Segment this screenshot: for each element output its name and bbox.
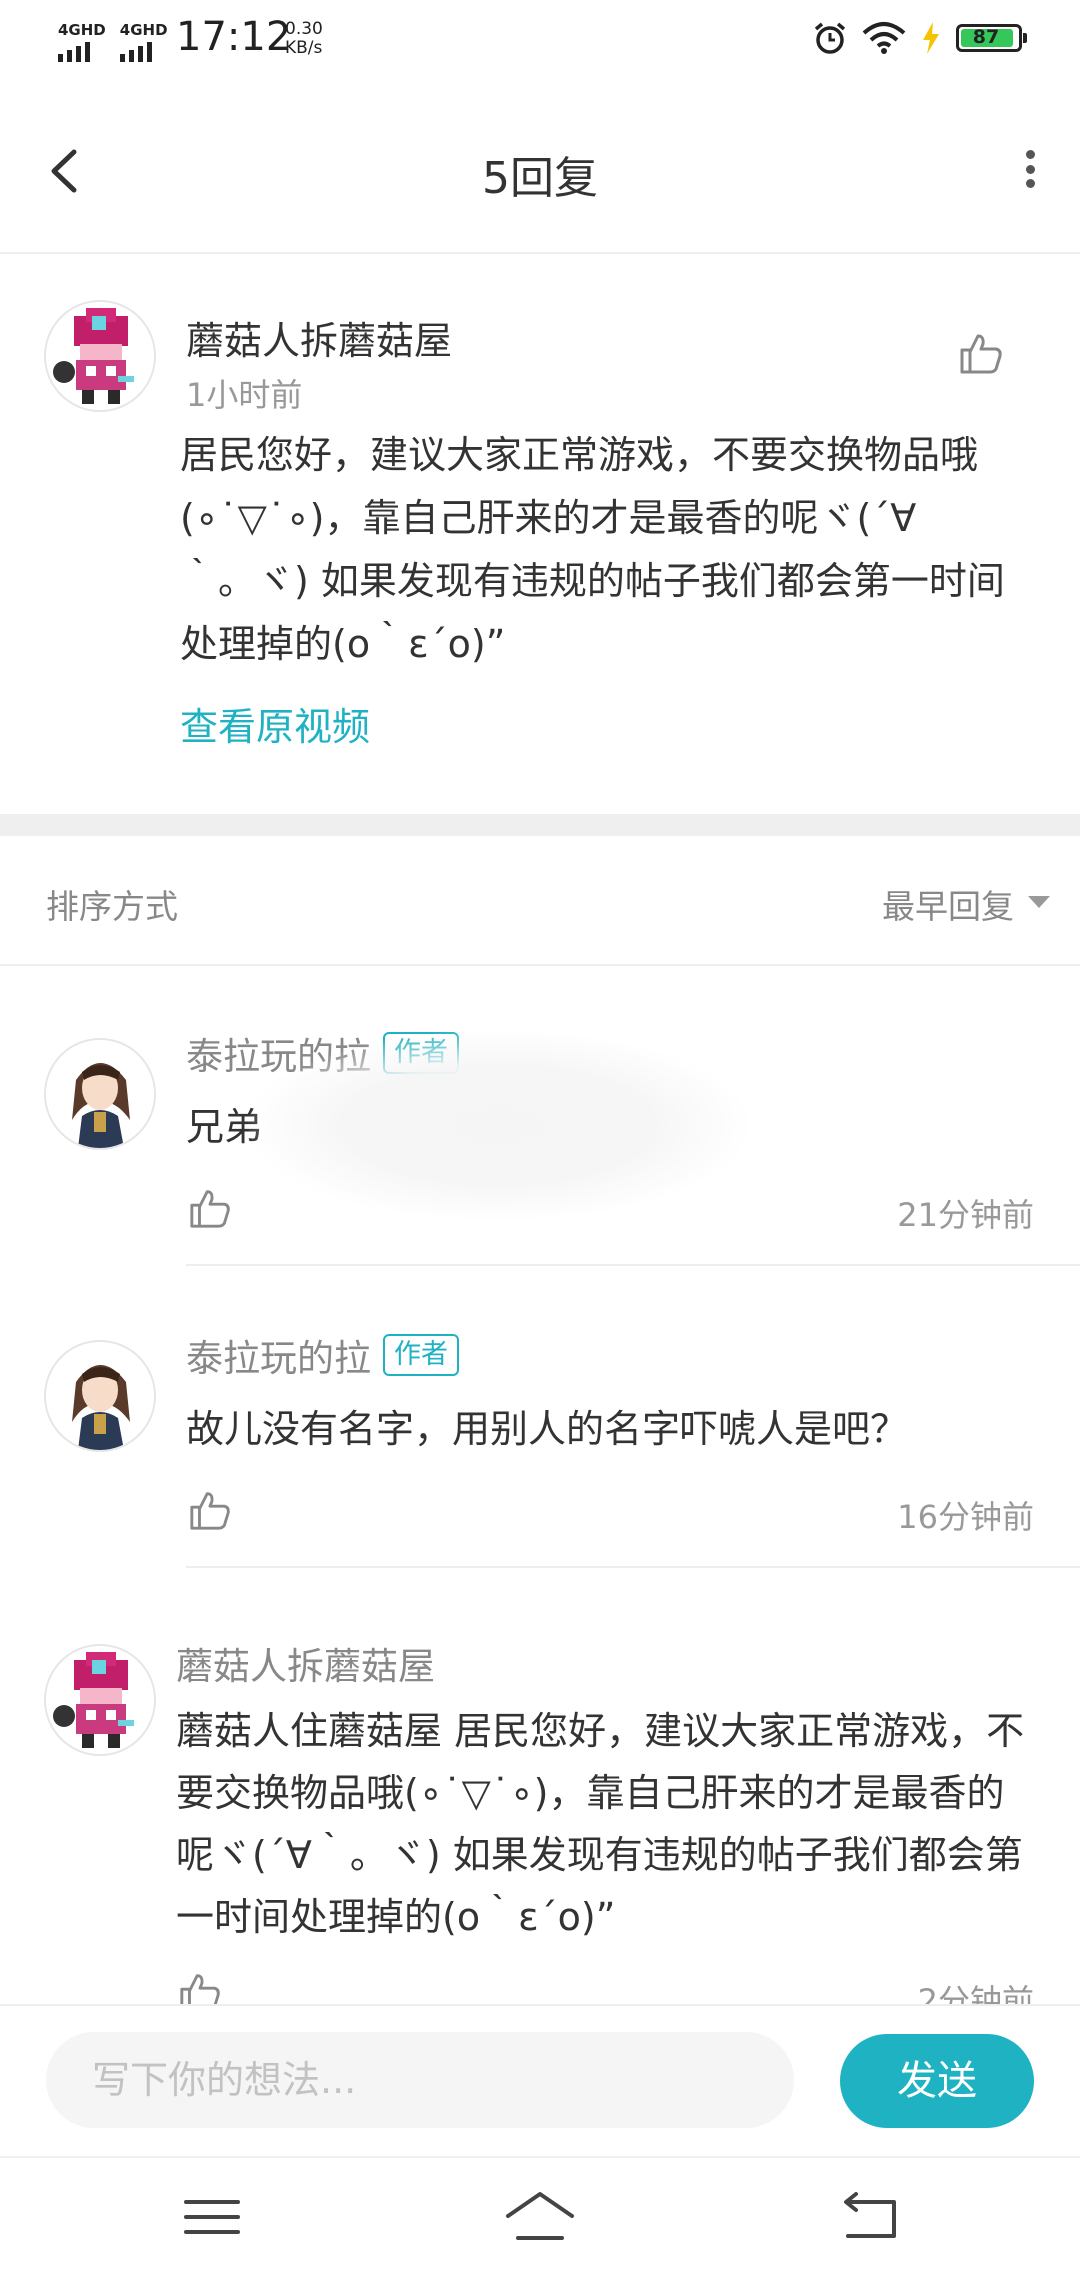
signal-indicator-1: 4GHD xyxy=(58,22,106,62)
wifi-icon xyxy=(862,22,906,54)
post-timestamp: 1小时前 xyxy=(186,376,303,414)
network-speed-unit: KB/s xyxy=(285,38,323,58)
sort-label: 排序方式 xyxy=(46,887,178,926)
reply-divider xyxy=(186,1264,1080,1266)
anime-girl-avatar xyxy=(46,1342,154,1450)
avatar[interactable] xyxy=(44,1644,156,1756)
comment-input-bar: 发送 xyxy=(0,2004,1080,2158)
home-icon[interactable] xyxy=(500,2182,580,2252)
anime-girl-avatar xyxy=(46,1040,154,1148)
avatar[interactable] xyxy=(44,300,156,412)
network-speed-value: 0.30 xyxy=(285,19,323,39)
mushroom-character-avatar xyxy=(46,302,154,410)
reply-author-name[interactable]: 蘑菇人拆蘑菇屋 xyxy=(176,1636,435,1690)
alarm-icon xyxy=(814,22,846,54)
thumbs-up-icon[interactable] xyxy=(188,1186,232,1230)
signal-label-1: 4GHD xyxy=(58,21,106,39)
signal-bars-icon xyxy=(119,40,152,62)
back-nav-icon[interactable] xyxy=(830,2182,910,2252)
avatar[interactable] xyxy=(44,1340,156,1452)
blurred-overlay xyxy=(248,1030,748,1220)
signal-label-2: 4GHD xyxy=(119,21,168,39)
page-title: 5回复 xyxy=(482,153,598,204)
post-author-name[interactable]: 蘑菇人拆蘑菇屋 xyxy=(186,310,452,365)
status-bar: 4GHD 4GHD 17:12 0.30 KB/s 87 xyxy=(0,0,1080,84)
menu-icon[interactable] xyxy=(172,2182,252,2252)
status-clock: 17:12 xyxy=(176,14,292,60)
section-divider xyxy=(0,814,1080,836)
signal-bars-icon xyxy=(58,40,90,62)
system-nav-bar xyxy=(0,2156,1080,2282)
post-body: 居民您好，建议大家正常游戏，不要交换物品哦(∘˙▽˙∘)，靠自己肝来的才是最香的… xyxy=(180,433,1005,666)
network-speed: 0.30 KB/s xyxy=(285,20,323,58)
reply-timestamp: 21分钟前 xyxy=(897,1196,1034,1234)
reply-timestamp: 16分钟前 xyxy=(897,1498,1034,1536)
author-badge: 作者 xyxy=(383,1334,459,1376)
signal-group: 4GHD 4GHD xyxy=(58,22,168,62)
mushroom-character-avatar xyxy=(46,1646,154,1754)
send-button[interactable]: 发送 xyxy=(840,2034,1034,2128)
signal-indicator-2: 4GHD xyxy=(119,21,168,62)
reply-author-name[interactable]: 泰拉玩的拉 xyxy=(186,1328,371,1382)
battery-level: 87 xyxy=(972,26,1000,48)
reply-header: 泰拉玩的拉 作者 xyxy=(186,1328,459,1382)
sort-row: 排序方式 最早回复 xyxy=(0,836,1080,966)
comment-input[interactable] xyxy=(46,2032,794,2128)
original-post: 蘑菇人拆蘑菇屋 1小时前 居民您好，建议大家正常游戏，不要交换物品哦(∘˙▽˙∘… xyxy=(0,254,1080,814)
caret-down-icon[interactable] xyxy=(1028,896,1050,908)
top-app-bar: 5回复 xyxy=(0,84,1080,254)
avatar[interactable] xyxy=(44,1038,156,1150)
reply-body: 故儿没有名字，用别人的名字吓唬人是吧？ xyxy=(186,1407,909,1451)
reply-body: 蘑菇人住蘑菇屋 居民您好，建议大家正常游戏，不要交换物品哦(∘˙▽˙∘)，靠自己… xyxy=(176,1709,1025,1939)
more-dots-icon[interactable] xyxy=(1010,144,1050,194)
thumbs-up-icon[interactable] xyxy=(958,330,1004,376)
battery-icon: 87 xyxy=(956,24,1027,52)
sort-dropdown[interactable]: 最早回复 xyxy=(882,880,1014,928)
view-original-video-link[interactable]: 查看原视频 xyxy=(180,696,370,751)
charging-icon xyxy=(923,22,939,54)
status-icons: 87 xyxy=(812,20,1027,56)
thumbs-up-icon[interactable] xyxy=(188,1488,232,1532)
reply-divider xyxy=(186,1566,1080,1568)
